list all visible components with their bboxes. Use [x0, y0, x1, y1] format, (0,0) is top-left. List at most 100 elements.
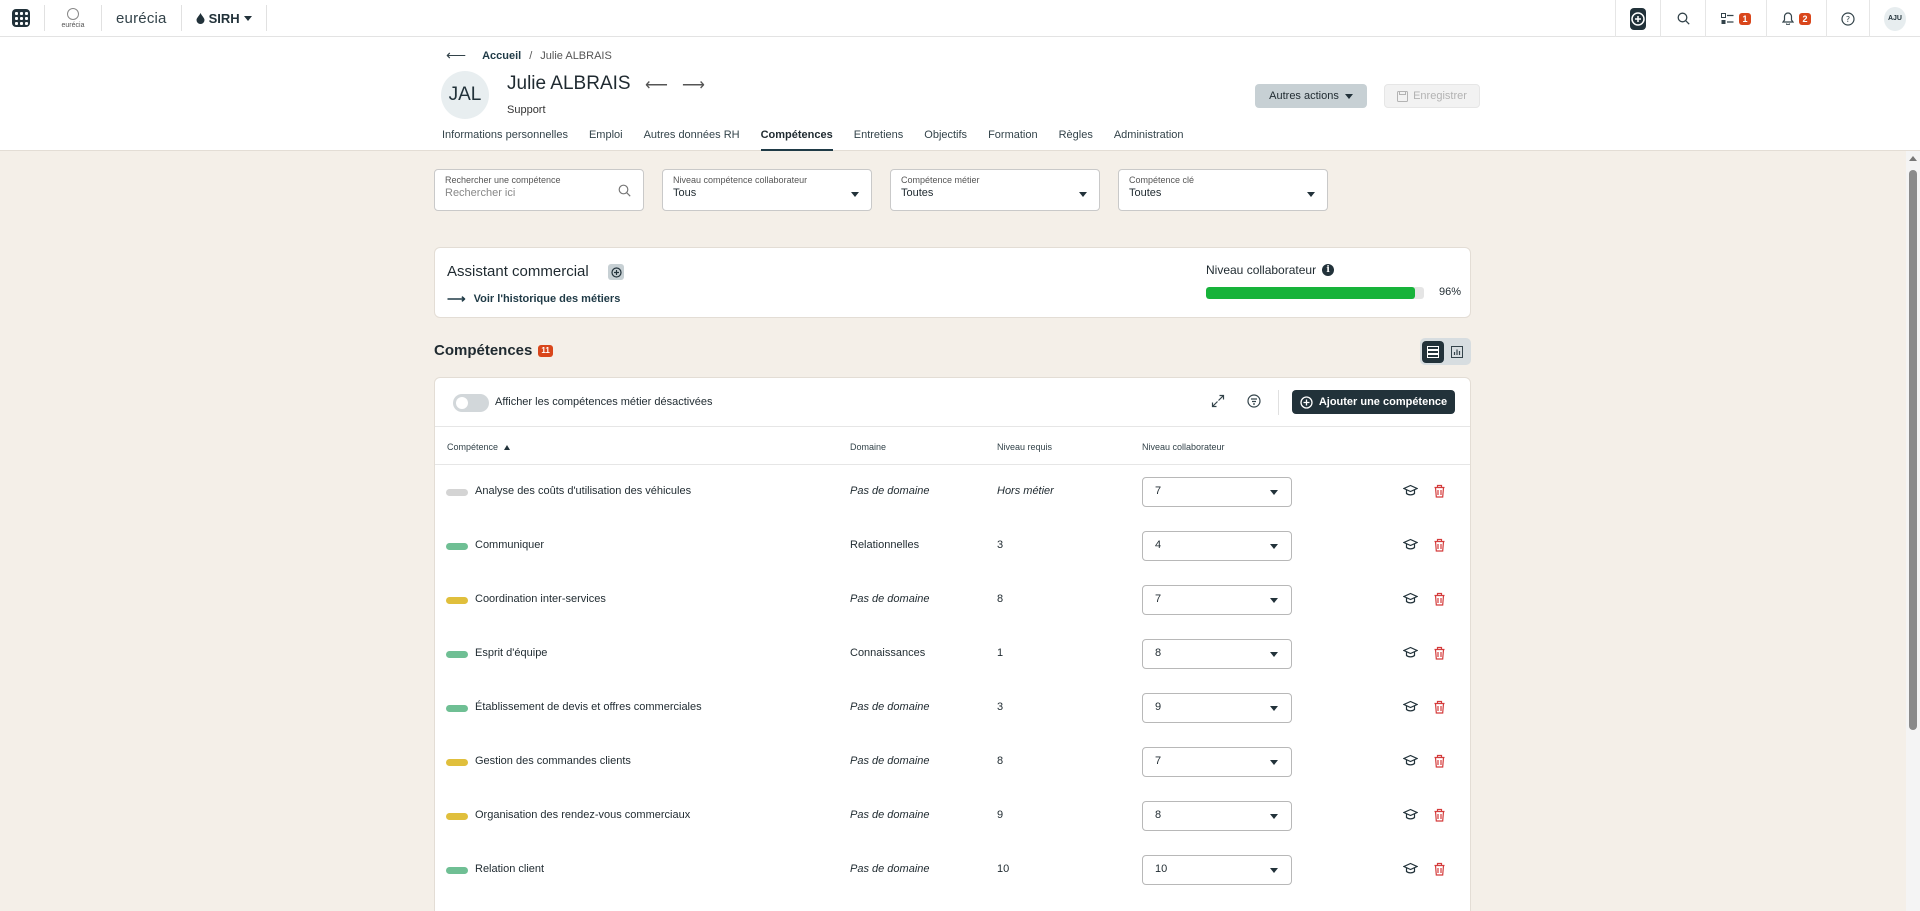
tab-regles[interactable]: Règles: [1059, 129, 1093, 151]
competence-domain: Pas de domaine: [850, 863, 930, 875]
filter-icon[interactable]: [1247, 394, 1261, 408]
collab-level-select[interactable]: 8: [1142, 639, 1292, 669]
chevron-down-icon: [1270, 814, 1278, 819]
user-avatar[interactable]: AJU: [1884, 6, 1906, 31]
info-icon[interactable]: i: [1322, 264, 1335, 276]
brand-name[interactable]: eurécia: [116, 10, 167, 27]
tab-emploi[interactable]: Emploi: [589, 129, 623, 151]
job-card: Assistant commercial ⟶ Voir l'historique…: [434, 247, 1471, 318]
collab-level-value: 7: [1155, 485, 1162, 497]
tasks-badge: 1: [1739, 12, 1751, 25]
collab-level-select[interactable]: 7: [1142, 477, 1292, 507]
status-pill: [446, 489, 468, 496]
expand-icon[interactable]: [1211, 394, 1225, 408]
search-competence-field[interactable]: Rechercher une compétence Rechercher ici: [434, 169, 644, 211]
tab-objectifs[interactable]: Objectifs: [924, 129, 967, 151]
training-icon[interactable]: [1403, 646, 1418, 660]
training-icon[interactable]: [1403, 700, 1418, 714]
collab-level-select[interactable]: 7: [1142, 585, 1292, 615]
key-skill-filter-select[interactable]: Compétence clé Toutes: [1118, 169, 1328, 211]
plus-circle-icon: [1300, 395, 1313, 409]
breadcrumb-current: Julie ALBRAIS: [540, 49, 612, 62]
training-icon[interactable]: [1403, 862, 1418, 876]
training-icon[interactable]: [1403, 484, 1418, 498]
level-filter-value: Tous: [673, 187, 697, 199]
required-level: 8: [997, 593, 1004, 605]
tab-informations-personnelles[interactable]: Informations personnelles: [442, 129, 568, 151]
required-level: 3: [997, 701, 1004, 713]
tab-autres-donnees-rh[interactable]: Autres données RH: [644, 129, 740, 151]
training-icon[interactable]: [1403, 754, 1418, 768]
competence-name: Communiquer: [475, 539, 545, 551]
profile-tabs: Informations personnelles Emploi Autres …: [442, 129, 1184, 151]
competence-name: Esprit d'équipe: [475, 647, 548, 659]
tab-entretiens[interactable]: Entretiens: [854, 129, 904, 151]
trash-icon[interactable]: [1433, 754, 1446, 768]
training-icon[interactable]: [1403, 538, 1418, 552]
tasks-button[interactable]: 1: [1705, 0, 1766, 37]
chevron-down-icon: [1270, 760, 1278, 765]
search-icon: [1677, 12, 1690, 25]
table-row: Esprit d'équipe Connaissances 1 8: [435, 627, 1470, 681]
collab-level-value: 8: [1155, 809, 1162, 821]
status-pill: [446, 705, 468, 712]
previous-arrow-icon[interactable]: ⟵: [645, 75, 668, 95]
show-disabled-toggle[interactable]: [453, 394, 489, 412]
tab-administration[interactable]: Administration: [1114, 129, 1184, 151]
save-button[interactable]: Enregistrer: [1384, 84, 1480, 108]
trash-icon[interactable]: [1433, 808, 1446, 822]
trash-icon[interactable]: [1433, 538, 1446, 552]
status-pill: [446, 813, 468, 820]
search-icon: [618, 184, 631, 197]
trash-icon[interactable]: [1433, 484, 1446, 498]
competences-table-panel: Afficher les compétences métier désactiv…: [434, 377, 1471, 911]
chart-view-button[interactable]: [1446, 341, 1468, 363]
trash-icon[interactable]: [1433, 646, 1446, 660]
apps-grid-icon[interactable]: [12, 9, 30, 27]
collab-level-select[interactable]: 4: [1142, 531, 1292, 561]
key-skill-filter-label: Compétence clé: [1129, 175, 1195, 185]
collab-level-select[interactable]: 9: [1142, 693, 1292, 723]
status-pill: [446, 597, 468, 604]
notifications-button[interactable]: 2: [1766, 0, 1826, 37]
breadcrumb-home[interactable]: Accueil: [482, 50, 521, 62]
collab-level-select[interactable]: 10: [1142, 855, 1292, 885]
trash-icon[interactable]: [1433, 700, 1446, 714]
more-actions-button[interactable]: Autres actions: [1255, 84, 1367, 108]
scroll-up-icon[interactable]: [1909, 156, 1917, 161]
status-pill: [446, 867, 468, 874]
job-history-link[interactable]: ⟶ Voir l'historique des métiers: [447, 291, 620, 307]
job-title: Assistant commercial: [447, 263, 589, 280]
page-scrollbar[interactable]: [1906, 151, 1920, 911]
competence-name: Organisation des rendez-vous commerciaux: [475, 809, 691, 821]
column-collab-level: Niveau collaborateur: [1142, 442, 1225, 452]
chevron-down-icon: [1307, 192, 1315, 197]
chevron-down-icon: [1270, 652, 1278, 657]
column-competence[interactable]: Compétence: [447, 442, 511, 452]
collab-level-label: Niveau collaborateur: [1206, 263, 1317, 277]
scroll-thumb[interactable]: [1909, 170, 1917, 730]
list-view-button[interactable]: [1422, 340, 1444, 363]
collab-level-select[interactable]: 8: [1142, 801, 1292, 831]
training-icon[interactable]: [1403, 808, 1418, 822]
more-actions-label: Autres actions: [1269, 90, 1339, 102]
next-arrow-icon[interactable]: ⟶: [682, 75, 705, 95]
tab-competences[interactable]: Compétences: [760, 129, 833, 151]
job-add-button[interactable]: [608, 264, 624, 280]
company-logo[interactable]: eurécia: [59, 7, 87, 29]
collab-level-select[interactable]: 7: [1142, 747, 1292, 777]
search-input[interactable]: Rechercher ici: [445, 187, 633, 199]
trash-icon[interactable]: [1433, 862, 1446, 876]
training-icon[interactable]: [1403, 592, 1418, 606]
module-selector[interactable]: SIRH: [196, 11, 252, 26]
help-button[interactable]: ?: [1826, 0, 1869, 37]
create-plus-button[interactable]: [1630, 7, 1646, 30]
tasks-icon: [1721, 12, 1734, 24]
tab-formation[interactable]: Formation: [988, 129, 1038, 151]
add-competence-button[interactable]: Ajouter une compétence: [1292, 390, 1455, 414]
job-skill-filter-select[interactable]: Compétence métier Toutes: [890, 169, 1100, 211]
back-arrow-icon[interactable]: ⟵: [446, 47, 466, 64]
search-button[interactable]: [1660, 0, 1705, 37]
level-filter-select[interactable]: Niveau compétence collaborateur Tous: [662, 169, 872, 211]
trash-icon[interactable]: [1433, 592, 1446, 606]
